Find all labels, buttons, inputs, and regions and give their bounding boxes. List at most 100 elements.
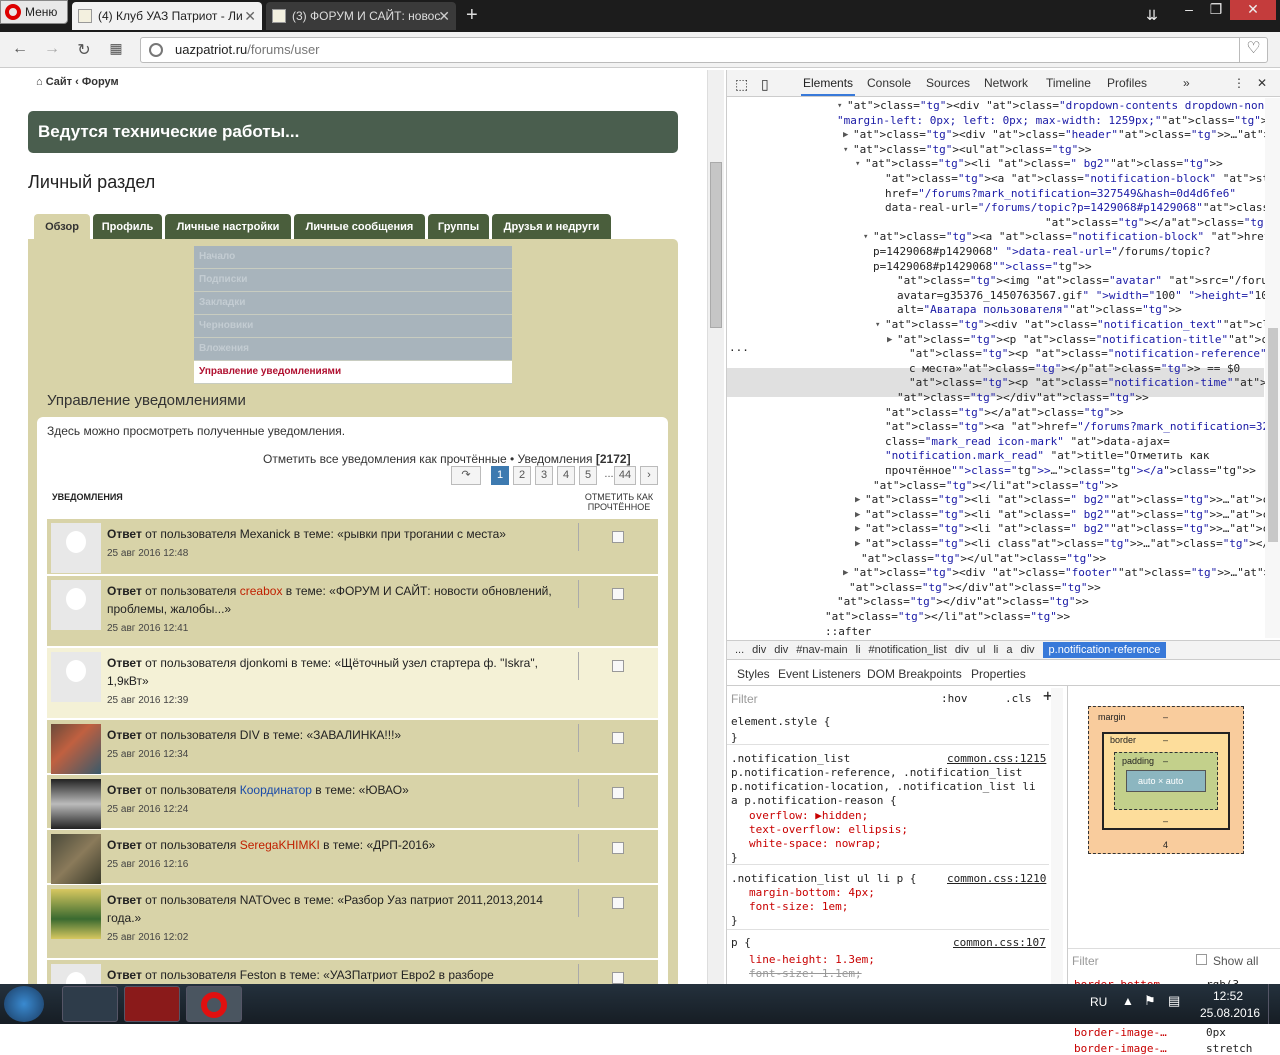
mark-read-checkbox[interactable] <box>612 787 624 799</box>
page-2[interactable]: 2 <box>513 466 531 485</box>
dom-scrollbar[interactable] <box>1265 98 1280 638</box>
show-all-checkbox[interactable] <box>1196 954 1207 965</box>
page-1[interactable]: 1 <box>491 466 509 485</box>
expand-arrow-icon[interactable]: ▾ <box>863 230 868 245</box>
scroll-thumb[interactable] <box>710 162 722 328</box>
mark-all-link[interactable]: Отметить все уведомления как прочтённые <box>263 452 507 466</box>
notification-text[interactable]: Ответ от пользователя creabox в теме: «Ф… <box>107 582 569 638</box>
mark-read-checkbox[interactable] <box>612 531 624 543</box>
dom-line[interactable]: href="/forums?mark_notification=327549&h… <box>885 187 1236 202</box>
dom-line[interactable]: alt="Аватара пользователя""at">class="tg… <box>897 303 1182 318</box>
dom-line[interactable]: "notification.mark_read" "at">title="Отм… <box>885 449 1210 464</box>
notification-user[interactable]: djonkomi <box>240 656 288 670</box>
expand-arrow-icon[interactable]: ▶ <box>855 537 860 552</box>
opera-menu-button[interactable]: Меню <box>0 0 68 24</box>
tab-overview[interactable]: Обзор <box>34 214 90 240</box>
subtab-properties[interactable]: Properties <box>971 667 1026 681</box>
mark-read-checkbox[interactable] <box>612 732 624 744</box>
notification-text[interactable]: Ответ от пользователя djonkomi в теме: «… <box>107 654 569 710</box>
mark-read-checkbox[interactable] <box>612 897 624 909</box>
style-line[interactable]: p { <box>731 936 751 950</box>
speed-dial-icon[interactable]: ▦ <box>106 40 126 57</box>
devtools-close-icon[interactable]: ✕ <box>1257 76 1267 90</box>
dom-line[interactable]: ::after <box>825 625 871 638</box>
computed-property[interactable]: border-image-… <box>1074 1042 1167 1055</box>
breadcrumb-forum[interactable]: Форум <box>82 76 119 88</box>
tab-uaz-club[interactable]: (4) Клуб УАЗ Патриот - Ли ✕ <box>72 2 262 30</box>
style-line[interactable]: a p.notification-reason { <box>731 794 897 808</box>
new-tab-button[interactable]: + <box>466 4 478 26</box>
notification-topic[interactable]: «УАЗПатриот Евро2 в разборе <box>323 968 494 982</box>
dom-line[interactable]: ▶ "at">class="tg"><li "at">class=" bg2""a… <box>855 493 1280 508</box>
tab-forum-site[interactable]: (3) ФОРУМ И САЙТ: новос ✕ <box>266 2 456 30</box>
dom-line[interactable]: ▾ "at">class="tg"><a "at">class="notifica… <box>863 230 1280 245</box>
notification-user[interactable]: NATOvec <box>240 893 291 907</box>
dom-line[interactable]: data-real-url="/forums/topic?p=1429068#p… <box>885 201 1280 216</box>
expand-arrow-icon[interactable]: ▶ <box>843 566 848 581</box>
dom-line[interactable]: "at">class="tg"><img "at">class="avatar"… <box>897 274 1280 289</box>
tab-private-messages[interactable]: Личные сообщения <box>294 214 425 240</box>
page-44[interactable]: 44 <box>614 466 636 485</box>
user-avatar[interactable] <box>51 964 101 984</box>
tab-sources[interactable]: Sources <box>926 76 970 90</box>
dom-scroll-thumb[interactable] <box>1268 328 1278 542</box>
notification-row[interactable]: Ответ от пользователя SeregaKHIMKI в тем… <box>47 830 658 884</box>
notification-row[interactable]: Ответ от пользователя DIV в теме: «ЗАВАЛ… <box>47 720 658 774</box>
dom-breadcrumb-item[interactable]: #nav-main <box>796 644 847 656</box>
user-avatar[interactable] <box>51 523 101 573</box>
tab-groups[interactable]: Группы <box>428 214 489 240</box>
dom-line[interactable]: ▶ "at">class="tg"><div "at">class="footer… <box>843 566 1280 581</box>
style-line[interactable]: .notification_list ul li p { <box>731 872 916 886</box>
dom-line[interactable]: "at">class="tg"><p "at">class="notificat… <box>909 376 1280 391</box>
style-line[interactable]: p.notification-reference, .notification_… <box>731 766 1022 780</box>
notification-topic[interactable]: «рывки при трогании с места» <box>337 527 506 541</box>
style-line[interactable]: .notification_list <box>731 752 850 766</box>
notification-text[interactable]: Ответ от пользователя Координатор в теме… <box>107 781 569 819</box>
expand-arrow-icon[interactable]: ▾ <box>855 157 860 172</box>
back-icon[interactable]: ← <box>10 40 30 58</box>
notification-text[interactable]: Ответ от пользователя DIV в теме: «ЗАВАЛ… <box>107 726 569 764</box>
submenu-attachments[interactable]: Вложения <box>194 338 512 361</box>
style-line[interactable]: text-overflow: ellipsis; <box>749 823 908 837</box>
dom-line[interactable]: "at">class="tg"></div"at">class="tg">> <box>849 581 1101 596</box>
user-avatar[interactable] <box>51 652 101 702</box>
dom-line[interactable]: avatar=g35376_1450763567.gif" ">width="1… <box>897 289 1280 304</box>
subtab-dom-breakpoints[interactable]: DOM Breakpoints <box>867 667 962 681</box>
tab-friends[interactable]: Друзья и недруги <box>492 214 611 240</box>
dom-breadcrumb-item[interactable]: a <box>1006 644 1012 656</box>
user-avatar[interactable] <box>51 724 101 774</box>
dom-line[interactable]: "at">class="tg"></li"at">class="tg">> <box>825 610 1070 625</box>
url-field[interactable]: uazpatriot.ru/forums/user ♡ <box>140 37 1268 63</box>
styles-filter-input[interactable]: Filter <box>731 692 758 706</box>
dom-tree[interactable]: ▾ "at">class="tg"><div "at">class="dropdo… <box>727 98 1280 638</box>
dom-line[interactable]: ▶ "at">class="tg"><p "at">class="notifica… <box>887 333 1280 348</box>
style-line[interactable]: font-size: 1.1em; <box>749 967 862 981</box>
network-icon[interactable]: ▤ <box>1168 993 1180 1009</box>
submenu-drafts[interactable]: Черновики <box>194 315 512 338</box>
expand-arrow-icon[interactable]: ▶ <box>855 493 860 508</box>
notification-user[interactable]: DIV <box>240 728 260 742</box>
notification-user[interactable]: Mexanick <box>240 527 291 541</box>
more-tabs-icon[interactable]: » <box>1183 76 1190 90</box>
clock-time[interactable]: 12:52 <box>1213 989 1243 1003</box>
breadcrumb-site[interactable]: Сайт <box>46 76 72 88</box>
tab-console[interactable]: Console <box>867 76 911 90</box>
subtab-event-listeners[interactable]: Event Listeners <box>778 667 861 681</box>
dom-line[interactable]: ▶ "at">class="tg"><li "at">class=" bg2""a… <box>855 508 1280 523</box>
site-info-icon[interactable] <box>149 43 163 57</box>
tray-arrow-icon[interactable]: ▲ <box>1122 994 1134 1008</box>
dom-line[interactable]: ▾ "at">class="tg"><div "at">class="dropdo… <box>837 99 1280 114</box>
notification-row[interactable]: Ответ от пользователя Mexanick в теме: «… <box>47 519 658 575</box>
dom-line[interactable]: "at">class="tg"></ul"at">class="tg">> <box>861 552 1106 567</box>
style-line[interactable]: line-height: 1.3em; <box>749 953 875 967</box>
submenu-subscriptions[interactable]: Подписки <box>194 269 512 292</box>
tab-profile[interactable]: Профиль <box>93 214 162 240</box>
maximize-button[interactable]: ❐ <box>1203 0 1229 20</box>
notification-row[interactable]: Ответ от пользователя creabox в теме: «Ф… <box>47 576 658 647</box>
dom-breadcrumb-item[interactable]: div <box>955 644 969 656</box>
styles-pane[interactable]: Filter:hov .cls + element.style {} .notifica… <box>727 686 1065 984</box>
forward-icon[interactable]: → <box>42 40 62 58</box>
jump-page-icon[interactable]: ↷ <box>451 466 481 485</box>
dom-line[interactable]: прочтённое"">class="tg">>…">class="tg"><… <box>885 464 1256 479</box>
mark-read-checkbox[interactable] <box>612 660 624 672</box>
